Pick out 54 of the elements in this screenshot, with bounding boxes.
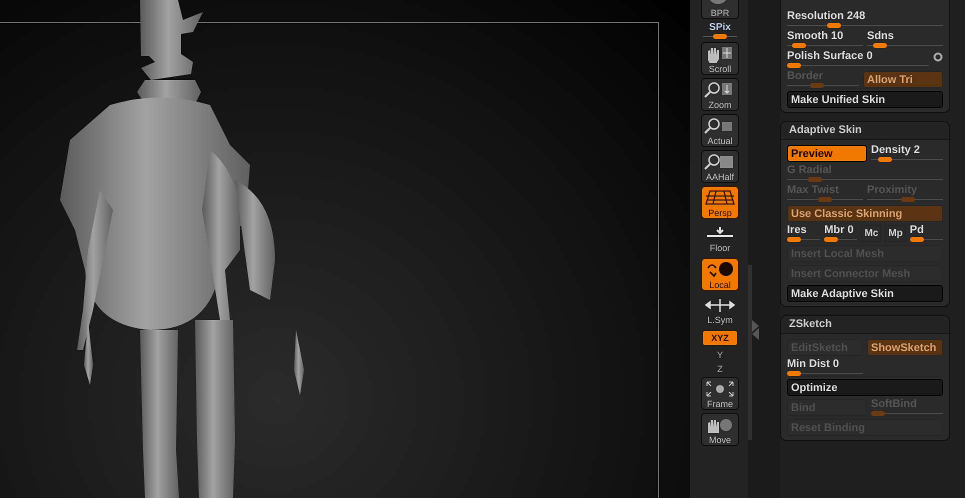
grid-icon	[704, 188, 736, 206]
slider-label: Resolution 248	[787, 10, 866, 23]
rotate-axis-button[interactable]: Y	[716, 349, 723, 360]
slider-thumb[interactable]	[910, 237, 924, 242]
shelf-button[interactable]: Persp	[701, 186, 739, 219]
slider-thumb[interactable]	[824, 237, 838, 242]
shelf-button[interactable]: Actual	[701, 114, 739, 147]
slider-label: Smooth 10	[787, 30, 844, 43]
slider-thumb[interactable]	[713, 34, 727, 39]
slider-label: Min Dist 0	[787, 358, 840, 371]
circle-toggle-icon[interactable]	[933, 52, 943, 62]
slider-track[interactable]	[910, 237, 944, 242]
slider-label: Density 2	[871, 144, 921, 157]
shelf-button[interactable]: L.Sym	[701, 296, 739, 325]
slider-thumb[interactable]	[878, 157, 892, 162]
slider-track[interactable]	[787, 371, 863, 376]
slider-label: Ires	[787, 224, 808, 237]
slider-label: Sdns	[867, 30, 895, 43]
panel-button[interactable]: Mp	[885, 225, 906, 242]
slider-track[interactable]	[787, 237, 820, 242]
slider-thumb[interactable]	[787, 237, 801, 242]
shelf-button[interactable]: AAHalf	[701, 150, 739, 183]
zoom-icon	[704, 152, 736, 170]
symmetry-icon	[704, 296, 736, 315]
slider-label: SPix	[709, 22, 731, 34]
slider-thumb[interactable]	[873, 43, 888, 48]
shelf-button[interactable]: BPR	[701, 0, 739, 19]
viewport-canvas[interactable]	[0, 0, 690, 498]
panel-button[interactable]: Mc	[861, 225, 882, 242]
slider-thumb[interactable]	[787, 371, 801, 376]
panel-button[interactable]: Preview	[787, 145, 867, 162]
slider-track[interactable]	[824, 237, 858, 242]
shelf-button[interactable]: Local	[701, 258, 739, 291]
panel-button[interactable]: Make Unified Skin	[787, 91, 943, 108]
slider-thumb[interactable]	[826, 23, 841, 28]
shelf-button[interactable]: Scroll	[701, 42, 739, 75]
slider-track[interactable]	[787, 63, 929, 68]
slider-label: Pd	[910, 224, 925, 237]
rotate-axis-button[interactable]: Z	[717, 363, 723, 374]
shelf-button[interactable]: Move	[701, 413, 739, 446]
slider-track[interactable]	[871, 411, 943, 416]
shelf-button[interactable]: Zoom	[701, 78, 739, 111]
slider-thumb[interactable]	[787, 63, 801, 68]
panel-button[interactable]: Optimize	[787, 379, 943, 396]
toggle-button[interactable]: XYZ	[702, 330, 738, 346]
slider-label: Mbr 0	[824, 224, 855, 237]
section-title[interactable]: Adaptive Skin	[781, 122, 949, 140]
section-title[interactable]: ZSketch	[781, 316, 949, 334]
slider-thumb[interactable]	[792, 43, 806, 48]
slider-label: Polish Surface 0	[787, 50, 874, 63]
shelf-button[interactable]: Frame	[701, 377, 739, 410]
shelf-button[interactable]: Floor	[701, 224, 739, 253]
panel-button[interactable]: Make Adaptive Skin	[787, 285, 943, 302]
frame-icon	[704, 378, 736, 398]
